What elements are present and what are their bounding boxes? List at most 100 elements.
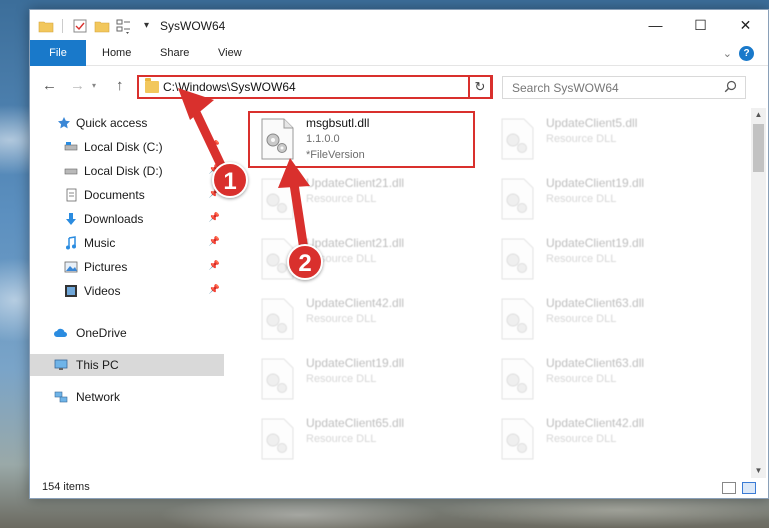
ribbon-tabs: File Home Share View ⌄ ? bbox=[30, 40, 768, 66]
search-icon[interactable] bbox=[724, 80, 737, 93]
cloud-icon bbox=[54, 328, 67, 337]
refresh-button[interactable]: ↻ bbox=[468, 75, 492, 99]
sidebar-item-label: Music bbox=[84, 236, 116, 250]
title-bar: ▾ SysWOW64 — ☐ ✕ bbox=[30, 10, 768, 40]
sidebar-item-documents[interactable]: Documents 📌 bbox=[30, 184, 224, 206]
pictures-icon bbox=[64, 261, 78, 273]
file-description: Resource DLL bbox=[546, 133, 617, 145]
dll-file-icon bbox=[501, 178, 534, 220]
pin-icon[interactable]: 📌 bbox=[209, 284, 220, 295]
up-arrow-icon[interactable]: ↑ bbox=[116, 77, 124, 94]
sidebar-item-this-pc[interactable]: This PC bbox=[30, 354, 224, 376]
highlight-box bbox=[248, 111, 475, 168]
file-item[interactable]: UpdateClient63.dll Resource DLL bbox=[488, 352, 718, 408]
sidebar-item-pictures[interactable]: Pictures 📌 bbox=[30, 256, 224, 278]
file-description: Resource DLL bbox=[546, 253, 617, 265]
tab-file[interactable]: File bbox=[30, 40, 86, 66]
file-item[interactable]: UpdateClient42.dll Resource DLL bbox=[488, 412, 718, 468]
file-name: UpdateClient19.dll bbox=[306, 356, 405, 370]
file-name: UpdateClient42.dll bbox=[306, 296, 405, 310]
tiles-view-icon[interactable] bbox=[742, 482, 756, 494]
file-item[interactable]: UpdateClient42.dll Resource DLL bbox=[248, 292, 478, 348]
file-item[interactable]: UpdateClient19.dll Resource DLL bbox=[488, 172, 718, 228]
sidebar-item-label: Quick access bbox=[76, 116, 148, 130]
close-button[interactable]: ✕ bbox=[723, 10, 768, 40]
back-arrow-icon[interactable]: ← bbox=[42, 77, 57, 94]
folder-icon bbox=[145, 78, 159, 93]
file-name: UpdateClient63.dll bbox=[546, 356, 645, 370]
videos-icon bbox=[65, 285, 77, 297]
pin-icon[interactable]: 📌 bbox=[209, 236, 220, 247]
sidebar-item-videos[interactable]: Videos 📌 bbox=[30, 280, 224, 302]
maximize-button[interactable]: ☐ bbox=[678, 10, 723, 40]
address-path[interactable]: C:\Windows\SysWOW64 bbox=[163, 80, 296, 94]
file-name: UpdateClient65.dll bbox=[306, 416, 405, 430]
recent-locations-icon[interactable]: ▾ bbox=[92, 81, 96, 90]
sidebar-item-network[interactable]: Network bbox=[30, 386, 224, 408]
file-name: UpdateClient19.dll bbox=[546, 236, 645, 250]
tab-view[interactable]: View bbox=[206, 40, 254, 66]
search-box[interactable]: Search SysWOW64 bbox=[502, 76, 746, 99]
sidebar-item-label: Documents bbox=[84, 188, 145, 202]
file-item[interactable]: UpdateClient19.dll Resource DLL bbox=[248, 352, 478, 408]
drive-icon bbox=[64, 168, 78, 175]
file-name: UpdateClient42.dll bbox=[546, 416, 645, 430]
dll-file-icon bbox=[261, 418, 294, 460]
expand-ribbon-icon[interactable]: ⌄ bbox=[723, 47, 732, 60]
pin-icon[interactable]: 📌 bbox=[209, 212, 220, 223]
tab-share[interactable]: Share bbox=[148, 40, 201, 66]
new-folder-icon[interactable] bbox=[94, 18, 110, 34]
dll-file-icon bbox=[501, 238, 534, 280]
customize-toolbar-icon[interactable] bbox=[116, 18, 132, 34]
drive-icon bbox=[64, 142, 78, 151]
dll-file-icon bbox=[261, 358, 294, 400]
dll-file-icon bbox=[261, 178, 294, 220]
file-explorer-window: ▾ SysWOW64 — ☐ ✕ File Home Share View ⌄ … bbox=[29, 9, 769, 499]
search-input[interactable]: Search SysWOW64 bbox=[512, 81, 619, 95]
file-item[interactable]: UpdateClient63.dll Resource DLL bbox=[488, 292, 718, 348]
file-item[interactable]: UpdateClient21.dll Resource DLL bbox=[248, 172, 478, 228]
download-icon bbox=[66, 213, 76, 225]
sidebar-item-music[interactable]: Music 📌 bbox=[30, 232, 224, 254]
scroll-thumb[interactable] bbox=[753, 124, 764, 172]
file-item[interactable]: UpdateClient65.dll Resource DLL bbox=[248, 412, 478, 468]
forward-arrow-icon[interactable]: → bbox=[70, 77, 85, 94]
file-item[interactable]: UpdateClient21.dll Resource DLL bbox=[248, 232, 478, 288]
file-item[interactable]: UpdateClient19.dll Resource DLL bbox=[488, 232, 718, 288]
pin-icon[interactable]: 📌 bbox=[209, 140, 220, 151]
sidebar-item-quick-access[interactable]: Quick access bbox=[30, 112, 224, 134]
tab-home[interactable]: Home bbox=[90, 40, 143, 66]
step-badge-1: 1 bbox=[212, 162, 248, 198]
minimize-button[interactable]: — bbox=[633, 10, 678, 40]
file-name: UpdateClient21.dll bbox=[306, 176, 405, 190]
scroll-down-icon[interactable]: ▼ bbox=[751, 464, 766, 478]
sidebar-item-downloads[interactable]: Downloads 📌 bbox=[30, 208, 224, 230]
address-bar[interactable]: C:\Windows\SysWOW64 ⌄ bbox=[137, 75, 493, 99]
details-view-icon[interactable] bbox=[722, 482, 736, 494]
dll-file-icon bbox=[261, 298, 294, 340]
item-count: 154 items bbox=[42, 481, 90, 493]
properties-icon[interactable] bbox=[72, 18, 88, 34]
file-description: Resource DLL bbox=[306, 193, 377, 205]
scroll-up-icon[interactable]: ▲ bbox=[751, 108, 766, 122]
dll-file-icon bbox=[501, 298, 534, 340]
vertical-scrollbar[interactable]: ▲ ▼ bbox=[751, 108, 766, 478]
file-name: UpdateClient63.dll bbox=[546, 296, 645, 310]
help-icon[interactable]: ? bbox=[739, 46, 754, 61]
documents-icon bbox=[66, 188, 77, 202]
file-name: UpdateClient5.dll bbox=[546, 116, 638, 130]
music-icon bbox=[66, 236, 76, 250]
computer-icon bbox=[54, 359, 68, 370]
sidebar-item-label: Local Disk (C:) bbox=[84, 140, 163, 154]
sidebar-item-label: Pictures bbox=[84, 260, 128, 274]
dropdown-arrow-icon[interactable]: ▾ bbox=[144, 20, 154, 36]
sidebar-item-local-disk-c[interactable]: Local Disk (C:) 📌 bbox=[30, 136, 224, 158]
sidebar-item-label: Local Disk (D:) bbox=[84, 164, 163, 178]
pin-icon[interactable]: 📌 bbox=[209, 260, 220, 271]
sidebar-item-onedrive[interactable]: OneDrive bbox=[30, 322, 224, 344]
file-item[interactable]: UpdateClient5.dll Resource DLL bbox=[488, 112, 718, 168]
sidebar-item-local-disk-d[interactable]: Local Disk (D:) 📌 bbox=[30, 160, 224, 182]
file-name: UpdateClient21.dll bbox=[306, 236, 405, 250]
sidebar-item-label: Network bbox=[76, 390, 121, 404]
sidebar-item-label: Downloads bbox=[84, 212, 144, 226]
